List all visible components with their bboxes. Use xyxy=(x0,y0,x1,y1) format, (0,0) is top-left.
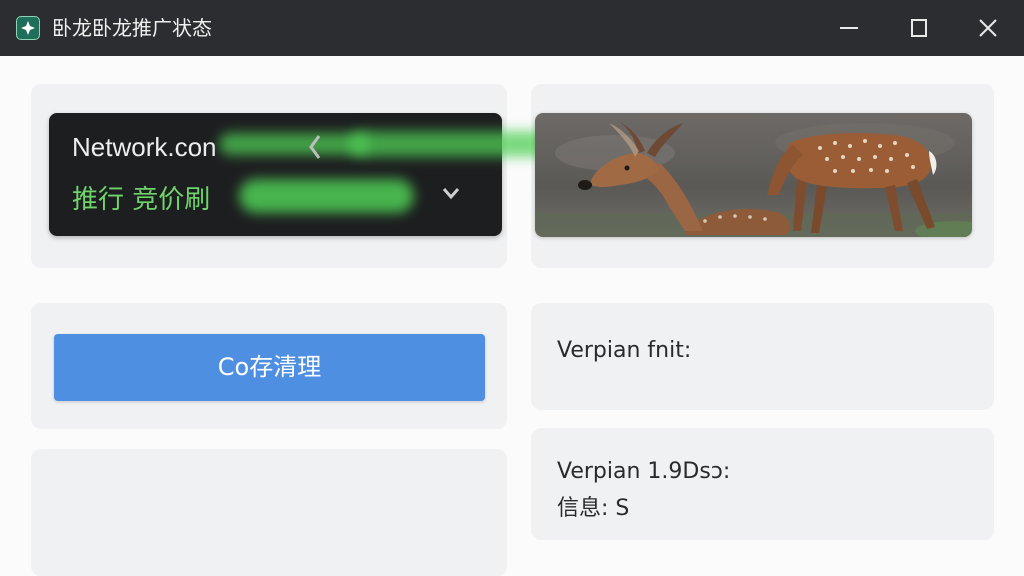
close-icon xyxy=(979,19,997,37)
chevron-left-icon[interactable] xyxy=(307,133,323,161)
progress-glow xyxy=(239,179,414,213)
progress-glow xyxy=(219,133,369,155)
title-bar: 卧龙卧龙推广状态 xyxy=(0,0,1024,56)
network-address: Network.con xyxy=(72,132,217,162)
close-button[interactable] xyxy=(972,12,1004,44)
info-card xyxy=(531,428,994,540)
progress-glow xyxy=(349,131,559,157)
chevron-down-icon[interactable] xyxy=(441,185,461,201)
deer-photo xyxy=(535,113,972,237)
maximize-icon xyxy=(911,19,927,37)
version-label: Verpian fnit: xyxy=(557,338,692,363)
network-status-panel: Network.con 推行 竞价刷 xyxy=(49,113,559,236)
empty-card xyxy=(31,449,507,576)
app-window: 卧龙卧龙推广状态 Network.con 推行 竞价刷 Co存清理 Verpia… xyxy=(0,0,1024,576)
clean-cache-button[interactable]: Co存清理 xyxy=(54,334,485,401)
maximize-button[interactable] xyxy=(903,12,935,44)
window-title: 卧龙卧龙推广状态 xyxy=(52,16,212,40)
version-value: Verpian 1.9Dsɔ: xyxy=(557,459,731,484)
network-status-text: 推行 竞价刷 xyxy=(72,185,211,215)
info-label: 信息: S xyxy=(557,496,630,521)
app-logo-icon xyxy=(16,16,40,40)
minimize-icon xyxy=(840,27,858,29)
minimize-button[interactable] xyxy=(833,12,865,44)
